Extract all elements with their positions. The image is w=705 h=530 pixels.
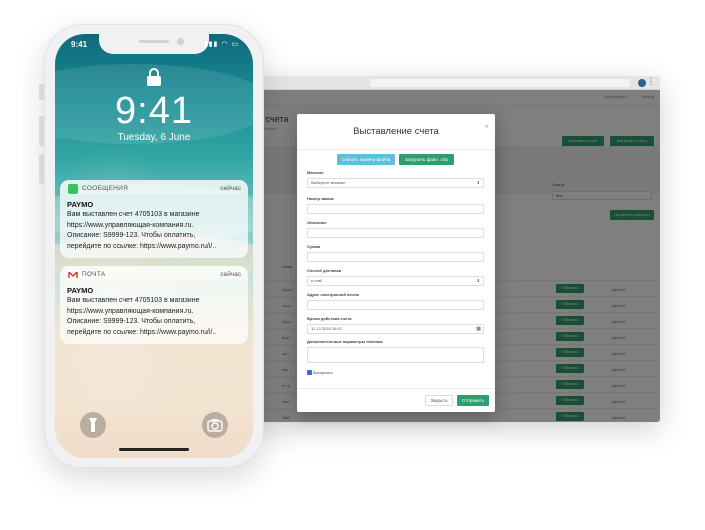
notification-app: ПОЧТА: [82, 271, 106, 278]
notification-time: сейчас: [220, 271, 241, 278]
upload-file-button[interactable]: Загрузить файл .xlsx: [399, 154, 454, 165]
delivery-select[interactable]: e-mail ⬍: [307, 276, 484, 286]
expiry-label: Время действия счета: [307, 316, 352, 321]
checkbox-checked-icon: [307, 370, 312, 376]
no-expiry-checkbox[interactable]: Бессрочно: [307, 370, 333, 376]
shop-select-value: Выберите магазин: [311, 180, 346, 185]
calendar-icon[interactable]: ▦: [476, 325, 481, 333]
notification-title: PAYMO: [67, 286, 94, 295]
extra-params-textarea[interactable]: [307, 347, 484, 363]
notification-time: сейчас: [220, 185, 241, 192]
notification-line: перейдите по ссылке: https://www.paymo.r…: [67, 242, 217, 250]
notification-messages[interactable]: СООБЩЕНИЯ сейчас PAYMO Вам выставлен сче…: [60, 180, 248, 258]
order-number-input[interactable]: [307, 204, 484, 214]
order-number-label: Номер заказа: [307, 196, 334, 201]
no-expiry-label: Бессрочно: [313, 370, 333, 375]
notification-line: Описание: S9999-123. Чтобы оплатить,: [67, 318, 196, 325]
email-input[interactable]: [307, 300, 484, 310]
messages-icon: [68, 184, 78, 194]
modal-header: Выставление счета ×: [297, 114, 495, 150]
amount-label: Сумма: [307, 244, 321, 249]
profile-icon[interactable]: [638, 79, 646, 87]
browser-menu-icon[interactable]: ⋮: [647, 77, 655, 86]
download-sample-button[interactable]: Скачать пример файла: [337, 154, 395, 165]
description-input[interactable]: [307, 228, 484, 238]
notification-title: PAYMO: [67, 200, 94, 209]
notification-line: перейдите по ссылке: https://www.paymo.r…: [67, 328, 217, 336]
chevron-down-icon: ⬍: [476, 278, 480, 283]
notification-line: Описание: S9999-123. Чтобы оплатить,: [67, 232, 196, 239]
phone-notch: [99, 34, 209, 54]
notification-body: Вам выставлен счет 4705103 в магазине ht…: [67, 210, 241, 252]
modal-footer: Закрыть Отправить: [297, 388, 495, 412]
front-camera-icon: [177, 38, 184, 45]
expiry-value: 11.12.2018 15:52: [311, 326, 342, 331]
description-label: Описание: [307, 220, 327, 225]
modal-title: Выставление счета: [353, 126, 439, 137]
close-button[interactable]: Закрыть: [425, 395, 453, 406]
camera-icon: [207, 419, 223, 432]
notification-mail[interactable]: ПОЧТА сейчас PAYMO Вам выставлен счет 47…: [60, 266, 248, 344]
lock-time: 9:41: [115, 90, 193, 132]
email-label: Адрес электронной почты: [307, 292, 360, 297]
extra-params-label: Дополнительные параметры платежа: [307, 339, 383, 344]
lock-icon: [147, 68, 161, 86]
flashlight-icon: [89, 418, 97, 432]
notification-line: Вам выставлен счет 4705103 в магазине: [67, 297, 200, 304]
mail-icon: [68, 270, 78, 280]
lock-screen: 9:41 ▮▮▮ ◠ ▭ 9:41 Tuesday, 6 June СООБЩЕ…: [55, 34, 253, 458]
send-button[interactable]: Отправить: [457, 395, 489, 406]
invoice-modal: Выставление счета × Скачать пример файла…: [297, 114, 495, 412]
notification-app: СООБЩЕНИЯ: [82, 185, 129, 192]
home-indicator[interactable]: [119, 448, 189, 451]
camera-button[interactable]: [202, 412, 228, 438]
flashlight-button[interactable]: [80, 412, 106, 438]
lock-date: Tuesday, 6 June: [117, 132, 191, 143]
close-icon[interactable]: ×: [484, 122, 489, 131]
shop-label: Магазин: [307, 170, 324, 175]
notification-line: Вам выставлен счет 4705103 в магазине: [67, 211, 200, 218]
amount-input[interactable]: [307, 252, 484, 262]
browser-toolbar: ⋮: [250, 76, 660, 90]
chevron-down-icon: ⬍: [476, 180, 480, 185]
notification-header: ПОЧТА сейчас: [60, 266, 248, 282]
delivery-label: Способ доставки: [307, 268, 342, 273]
notification-line: https://www.управляющая-компания.ru.: [67, 221, 194, 229]
status-time: 9:41: [71, 40, 88, 49]
shop-select[interactable]: Выберите магазин ⬍: [307, 178, 484, 188]
stage: ⋮ Александр 1 Выход е счета ные счета Вы…: [0, 0, 705, 530]
expiry-input[interactable]: 11.12.2018 15:52 ▦: [307, 324, 484, 334]
address-bar[interactable]: [370, 79, 630, 87]
phone-device: 9:41 ▮▮▮ ◠ ▭ 9:41 Tuesday, 6 June СООБЩЕ…: [44, 24, 264, 468]
notification-body: Вам выставлен счет 4705103 в магазине ht…: [67, 296, 241, 338]
delivery-select-value: e-mail: [311, 278, 322, 283]
signal-wifi-battery-icon: ▮▮▮ ◠ ▭: [203, 41, 239, 48]
notification-line: https://www.управляющая-компания.ru.: [67, 307, 194, 315]
speaker-icon: [139, 40, 169, 43]
notification-header: СООБЩЕНИЯ сейчас: [60, 180, 248, 196]
